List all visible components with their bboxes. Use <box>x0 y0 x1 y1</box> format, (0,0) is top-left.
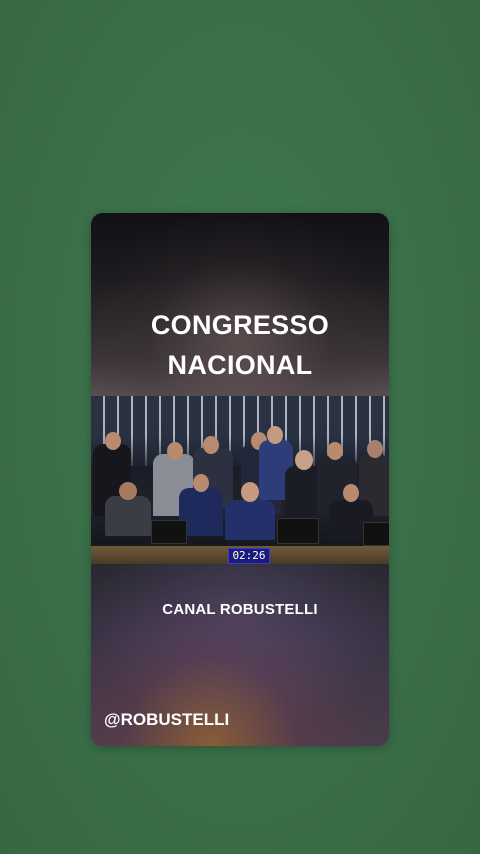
account-handle[interactable]: @ROBUSTELLI <box>104 710 229 730</box>
monitor <box>277 518 319 544</box>
person-head <box>105 432 121 450</box>
person-head <box>295 450 313 470</box>
person-head <box>119 482 137 500</box>
person-head <box>241 482 259 502</box>
story-screen: CONGRESSO NACIONAL 02:26 CANAL ROBUSTELL… <box>0 0 480 854</box>
story-card[interactable]: CONGRESSO NACIONAL 02:26 CANAL ROBUSTELL… <box>91 213 389 746</box>
story-header-area: CONGRESSO NACIONAL <box>91 213 389 396</box>
session-timer: 02:26 <box>228 548 270 564</box>
monitor <box>151 520 187 544</box>
person-head <box>327 442 343 460</box>
person-head <box>267 426 283 444</box>
monitor <box>363 522 389 546</box>
story-title-line2: NACIONAL <box>167 350 313 380</box>
story-footer-area: CANAL ROBUSTELLI @ROBUSTELLI <box>91 564 389 746</box>
person-head <box>193 474 209 492</box>
person-figure <box>225 500 275 540</box>
person-head <box>367 440 383 458</box>
person-head <box>343 484 359 502</box>
story-title-line1: CONGRESSO <box>150 310 330 340</box>
story-title: CONGRESSO NACIONAL <box>91 305 389 385</box>
person-head <box>203 436 219 454</box>
channel-label: CANAL ROBUSTELLI <box>162 601 318 618</box>
congress-video[interactable]: 02:26 <box>91 396 389 564</box>
person-figure <box>105 496 151 536</box>
person-head <box>167 442 183 460</box>
